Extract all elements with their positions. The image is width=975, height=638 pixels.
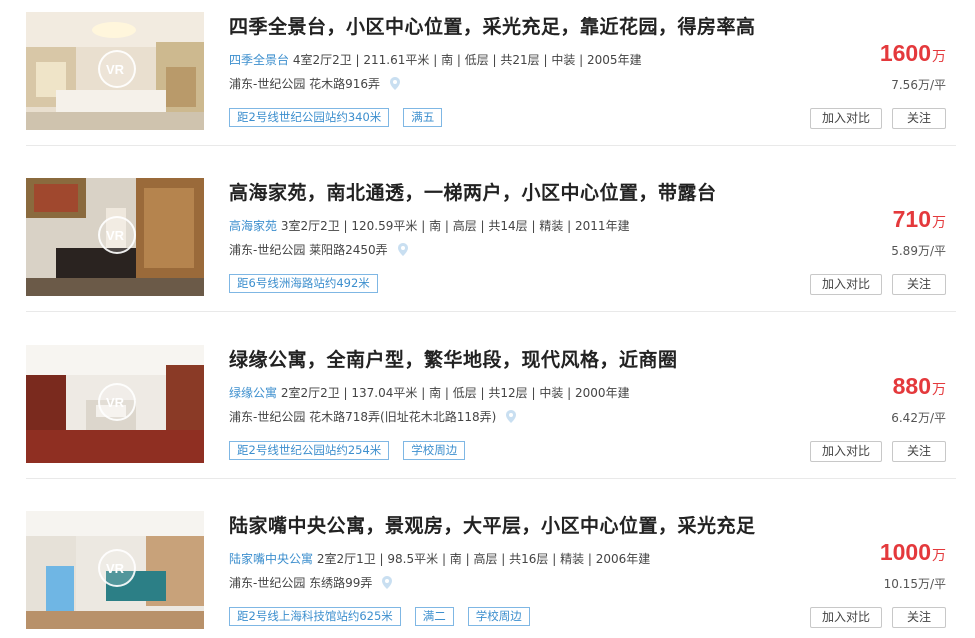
total-price: 1600万 [880,40,946,67]
listing-card[interactable]: VR 绿缘公寓，全南户型，繁华地段，现代风格，近商圈 绿缘公寓 2室2厅2卫 |… [26,345,956,465]
tag-list: 距2号线上海科技馆站约625米 满二 学校周边 [229,607,530,626]
feature-tag: 满五 [403,108,443,127]
unit-price: 6.42万/平 [891,411,946,425]
listing-title[interactable]: 四季全景台，小区中心位置，采光充足，靠近花园，得房率高 [229,12,756,39]
map-pin-icon[interactable] [389,77,400,93]
community-link[interactable]: 高海家苑 [229,219,277,233]
divider [26,311,956,312]
follow-button[interactable]: 关注 [892,108,946,129]
follow-button[interactable]: 关注 [892,274,946,295]
vr-badge-icon[interactable]: VR [98,50,136,88]
listing-list: VR 四季全景台，小区中心位置，采光充足，靠近花园，得房率高 四季全景台 4室2… [0,0,975,638]
listing-address: 浦东-世纪公园 花木路916弄 [229,75,400,93]
total-price: 1000万 [880,539,946,566]
follow-button[interactable]: 关注 [892,441,946,462]
listing-specs: 2室2厅1卫 | 98.5平米 | 南 | 高层 | 共16层 | 精装 | 2… [313,552,651,566]
price-unit: 万 [932,548,946,564]
listing-address: 浦东-世纪公园 花木路718弄(旧址花木北路118弄) [229,408,517,426]
follow-button[interactable]: 关注 [892,607,946,628]
listing-address: 浦东-世纪公园 莱阳路2450弄 [229,241,408,259]
add-compare-button[interactable]: 加入对比 [810,274,882,295]
unit-price: 5.89万/平 [891,244,946,258]
listing-address: 浦东-世纪公园 东绣路99弄 [229,574,393,592]
map-pin-icon[interactable] [382,576,393,592]
listing-photo[interactable]: VR [26,12,204,130]
community-link[interactable]: 陆家嘴中央公寓 [229,552,313,566]
listing-photo[interactable]: VR [26,511,204,629]
svg-text:VR: VR [106,395,125,409]
listing-card[interactable]: VR 四季全景台，小区中心位置，采光充足，靠近花园，得房率高 四季全景台 4室2… [26,12,956,132]
vr-badge-icon[interactable]: VR [98,383,136,421]
price-value: 880 [892,373,931,399]
tag-list: 距2号线世纪公园站约340米 满五 [229,108,443,127]
listing-title[interactable]: 绿缘公寓，全南户型，繁华地段，现代风格，近商圈 [229,345,678,372]
divider [26,478,956,479]
listing-details: 高海家苑 3室2厅2卫 | 120.59平米 | 南 | 高层 | 共14层 |… [229,217,630,234]
tag-list: 距6号线洲海路站约492米 [229,274,378,293]
divider [26,145,956,146]
price-value: 710 [892,206,931,232]
subway-tag: 距2号线上海科技馆站约625米 [229,607,401,626]
price-unit: 万 [932,49,946,65]
svg-text:VR: VR [106,228,125,242]
listing-specs: 4室2厅2卫 | 211.61平米 | 南 | 低层 | 共21层 | 中装 |… [289,53,642,67]
unit-price: 10.15万/平 [883,577,946,591]
map-pin-icon[interactable] [397,243,408,259]
listing-details: 四季全景台 4室2厅2卫 | 211.61平米 | 南 | 低层 | 共21层 … [229,51,642,68]
subway-tag: 距2号线世纪公园站约340米 [229,108,390,127]
address-text: 浦东-世纪公园 莱阳路2450弄 [229,243,388,257]
listing-title[interactable]: 高海家苑，南北通透，一梯两户，小区中心位置，带露台 [229,178,717,205]
listing-specs: 2室2厅2卫 | 137.04平米 | 南 | 低层 | 共12层 | 中装 |… [277,386,630,400]
listing-photo[interactable]: VR [26,345,204,463]
feature-tag: 学校周边 [467,607,530,626]
price-value: 1600 [879,40,931,66]
listing-details: 陆家嘴中央公寓 2室2厅1卫 | 98.5平米 | 南 | 高层 | 共16层 … [229,550,650,567]
svg-text:VR: VR [106,62,125,76]
listing-photo[interactable]: VR [26,178,204,296]
unit-price: 7.56万/平 [891,78,946,92]
vr-badge-icon[interactable]: VR [98,549,136,587]
address-text: 浦东-世纪公园 花木路916弄 [229,77,381,91]
vr-badge-icon[interactable]: VR [98,216,136,254]
listing-card[interactable]: VR 高海家苑，南北通透，一梯两户，小区中心位置，带露台 高海家苑 3室2厅2卫… [26,178,956,298]
community-link[interactable]: 四季全景台 [229,53,289,67]
listing-details: 绿缘公寓 2室2厅2卫 | 137.04平米 | 南 | 低层 | 共12层 |… [229,384,630,401]
price-unit: 万 [932,215,946,231]
map-pin-icon[interactable] [506,410,517,426]
community-link[interactable]: 绿缘公寓 [229,386,277,400]
add-compare-button[interactable]: 加入对比 [810,108,882,129]
add-compare-button[interactable]: 加入对比 [810,607,882,628]
svg-text:VR: VR [106,561,125,575]
total-price: 710万 [893,206,946,233]
tag-list: 距2号线世纪公园站约254米 学校周边 [229,441,466,460]
price-value: 1000 [879,539,931,565]
subway-tag: 距6号线洲海路站约492米 [229,274,378,293]
price-unit: 万 [932,382,946,398]
add-compare-button[interactable]: 加入对比 [810,441,882,462]
listing-card[interactable]: VR 陆家嘴中央公寓，景观房，大平层，小区中心位置，采光充足 陆家嘴中央公寓 2… [26,511,956,631]
subway-tag: 距2号线世纪公园站约254米 [229,441,390,460]
listing-specs: 3室2厅2卫 | 120.59平米 | 南 | 高层 | 共14层 | 精装 |… [277,219,630,233]
feature-tag: 满二 [414,607,454,626]
address-text: 浦东-世纪公园 花木路718弄(旧址花木北路118弄) [229,410,497,424]
listing-title[interactable]: 陆家嘴中央公寓，景观房，大平层，小区中心位置，采光充足 [229,511,756,538]
address-text: 浦东-世纪公园 东绣路99弄 [229,576,373,590]
feature-tag: 学校周边 [403,441,466,460]
total-price: 880万 [893,373,946,400]
